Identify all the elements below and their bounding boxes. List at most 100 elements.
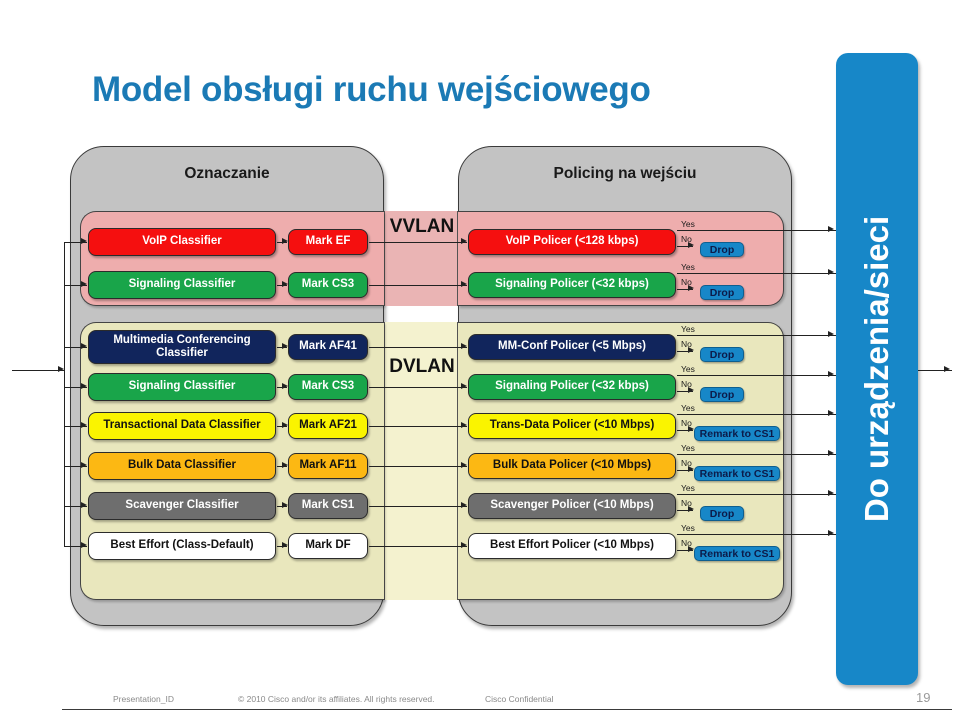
- marker-box[interactable]: Mark EF: [288, 229, 368, 255]
- output-bar-label: Do urządzenia/sieci: [858, 215, 895, 523]
- no-label: No: [681, 538, 692, 548]
- footer-presentation-id: Presentation_ID: [113, 694, 174, 704]
- classifier-box[interactable]: Scavenger Classifier: [88, 492, 276, 520]
- no-label: No: [681, 498, 692, 508]
- arrowhead-yes: [828, 331, 834, 338]
- ingress-branch-arrowhead: [81, 462, 87, 469]
- drop-action-box[interactable]: Drop: [700, 506, 744, 521]
- vvlan-label: VVLAN: [389, 216, 455, 237]
- slide-canvas: Model obsługi ruchu wejściowego Oznaczan…: [0, 0, 960, 718]
- drop-action-box[interactable]: Drop: [700, 242, 744, 257]
- stage-policing-label: Policing na wejściu: [553, 165, 697, 182]
- connector-yes: [677, 375, 836, 376]
- policer-box[interactable]: Bulk Data Policer (<10 Mbps): [468, 453, 676, 479]
- yes-label: Yes: [681, 364, 695, 374]
- no-label: No: [681, 418, 692, 428]
- connector-marker-policer: [369, 387, 467, 388]
- ingress-branch-arrowhead: [81, 238, 87, 245]
- drop-action-box[interactable]: Drop: [700, 347, 744, 362]
- marker-box[interactable]: Mark AF21: [288, 413, 368, 439]
- arrowhead-yes: [828, 269, 834, 276]
- connector-marker-policer: [369, 242, 467, 243]
- no-label: No: [681, 339, 692, 349]
- policer-box[interactable]: Scavenger Policer (<10 Mbps): [468, 493, 676, 519]
- classifier-box[interactable]: Signaling Classifier: [88, 373, 276, 401]
- classifier-box[interactable]: Transactional Data Classifier: [88, 412, 276, 440]
- ingress-branch-arrowhead: [81, 343, 87, 350]
- no-label: No: [681, 379, 692, 389]
- classifier-box[interactable]: VoIP Classifier: [88, 228, 276, 256]
- arrowhead-policer: [461, 462, 467, 469]
- no-label: No: [681, 234, 692, 244]
- arrowhead-yes: [828, 450, 834, 457]
- arrowhead-policer: [461, 281, 467, 288]
- policer-box[interactable]: MM-Conf Policer (<5 Mbps): [468, 334, 676, 360]
- no-label: No: [681, 277, 692, 287]
- ingress-line: [12, 370, 64, 371]
- connector-yes: [677, 454, 836, 455]
- arrowhead-yes: [828, 226, 834, 233]
- ingress-spine: [64, 242, 65, 546]
- arrowhead-policer: [461, 422, 467, 429]
- marker-box[interactable]: Mark CS3: [288, 272, 368, 298]
- classifier-box[interactable]: Multimedia Conferencing Classifier: [88, 330, 276, 364]
- footer-copyright: © 2010 Cisco and/or its affiliates. All …: [238, 694, 435, 704]
- marker-box[interactable]: Mark DF: [288, 533, 368, 559]
- connector-yes: [677, 273, 836, 274]
- classifier-box[interactable]: Bulk Data Classifier: [88, 452, 276, 480]
- yes-label: Yes: [681, 483, 695, 493]
- stage-marking-label: Oznaczanie: [184, 165, 270, 182]
- policer-box[interactable]: Best Effort Policer (<10 Mbps): [468, 533, 676, 559]
- yes-label: Yes: [681, 219, 695, 229]
- connector-marker-policer: [369, 466, 467, 467]
- remark-action-box[interactable]: Remark to CS1: [694, 426, 780, 441]
- policer-box[interactable]: Signaling Policer (<32 kbps): [468, 272, 676, 298]
- footer-page-number: 19: [916, 690, 931, 705]
- egress-arrowhead: [944, 366, 950, 373]
- connector-marker-policer: [369, 426, 467, 427]
- arrowhead-yes: [828, 530, 834, 537]
- arrowhead-policer: [461, 502, 467, 509]
- yes-label: Yes: [681, 523, 695, 533]
- footer-confidential: Cisco Confidential: [485, 694, 554, 704]
- arrowhead-policer: [461, 542, 467, 549]
- arrowhead-policer: [461, 383, 467, 390]
- policer-box[interactable]: VoIP Policer (<128 kbps): [468, 229, 676, 255]
- connector-yes: [677, 534, 836, 535]
- ingress-branch-arrowhead: [81, 422, 87, 429]
- arrowhead-yes: [828, 371, 834, 378]
- ingress-branch-arrowhead: [81, 281, 87, 288]
- output-bar: Do urządzenia/sieci: [836, 53, 918, 685]
- remark-action-box[interactable]: Remark to CS1: [694, 466, 780, 481]
- connector-yes: [677, 414, 836, 415]
- arrowhead-policer: [461, 343, 467, 350]
- arrowhead-policer: [461, 238, 467, 245]
- drop-action-box[interactable]: Drop: [700, 285, 744, 300]
- dvlan-label: DVLAN: [389, 356, 455, 377]
- connector-yes: [677, 494, 836, 495]
- footer-divider: [62, 709, 952, 710]
- connector-yes: [677, 335, 836, 336]
- arrowhead-yes: [828, 410, 834, 417]
- yes-label: Yes: [681, 324, 695, 334]
- marker-box[interactable]: Mark AF41: [288, 334, 368, 360]
- classifier-box[interactable]: Signaling Classifier: [88, 271, 276, 299]
- policer-box[interactable]: Trans-Data Policer (<10 Mbps): [468, 413, 676, 439]
- no-label: No: [681, 458, 692, 468]
- page-title: Model obsługi ruchu wejściowego: [92, 70, 651, 109]
- connector-marker-policer: [369, 546, 467, 547]
- marker-box[interactable]: Mark CS3: [288, 374, 368, 400]
- yes-label: Yes: [681, 403, 695, 413]
- ingress-branch-arrowhead: [81, 542, 87, 549]
- drop-action-box[interactable]: Drop: [700, 387, 744, 402]
- connector-marker-policer: [369, 285, 467, 286]
- connector-marker-policer: [369, 347, 467, 348]
- policer-box[interactable]: Signaling Policer (<32 kbps): [468, 374, 676, 400]
- marker-box[interactable]: Mark CS1: [288, 493, 368, 519]
- yes-label: Yes: [681, 262, 695, 272]
- marker-box[interactable]: Mark AF11: [288, 453, 368, 479]
- ingress-branch-arrowhead: [81, 383, 87, 390]
- remark-action-box[interactable]: Remark to CS1: [694, 546, 780, 561]
- connector-marker-policer: [369, 506, 467, 507]
- classifier-box[interactable]: Best Effort (Class-Default): [88, 532, 276, 560]
